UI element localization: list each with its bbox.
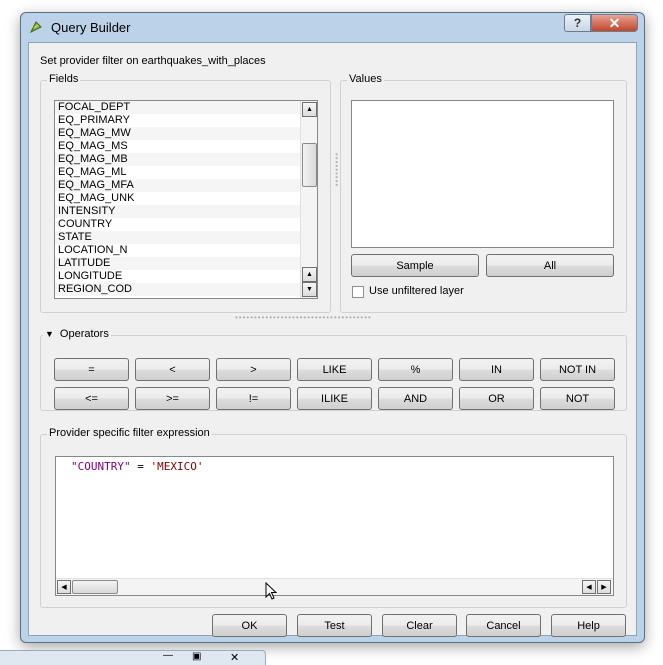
operator-button[interactable]: IN — [459, 358, 534, 381]
ok-button[interactable]: OK — [212, 614, 287, 637]
scroll-up-arrow-icon[interactable]: ▲ — [302, 267, 317, 282]
scroll-right-arrow-icon[interactable]: ▶ — [597, 580, 611, 594]
scroll-left-arrow-icon[interactable]: ◀ — [57, 580, 71, 594]
all-button[interactable]: All — [486, 254, 614, 277]
fields-group: Fields FOCAL_DEPT EQ_PRIMARY EQ_MAG_MW EQ_M… — [40, 73, 331, 313]
operator-button[interactable]: < — [135, 358, 210, 381]
background-window-titlebar: — ▣ ✕ — [0, 650, 266, 665]
operator-button[interactable]: NOT — [540, 387, 615, 410]
collapse-triangle-icon[interactable]: ▼ — [45, 329, 54, 339]
field-list-item[interactable]: LONGITUDE — [55, 270, 317, 283]
scroll-left-arrow-icon[interactable]: ◀ — [582, 580, 596, 594]
question-mark-icon: ? — [573, 16, 582, 30]
field-list-item[interactable]: FOCAL_DEPT — [55, 101, 317, 114]
horizontal-scroll-thumb[interactable] — [72, 580, 118, 594]
query-builder-window: Query Builder ? ✕ Set provider filter on… — [20, 12, 645, 643]
field-list-item[interactable]: EQ_MAG_MS — [55, 140, 317, 153]
filter-expression-text: "COUNTRY" = 'MEXICO' — [71, 460, 203, 473]
field-list-item[interactable]: EQ_MAG_ML — [55, 166, 317, 179]
operator-button[interactable]: = — [54, 358, 129, 381]
field-list-item[interactable]: INTENSITY — [55, 205, 317, 218]
dialog-body: Set provider filter on earthquakes_with_… — [28, 42, 637, 637]
help-button[interactable]: Help — [551, 614, 626, 637]
title-bar[interactable]: Query Builder ? ✕ — [21, 13, 644, 41]
operator-button[interactable]: LIKE — [297, 358, 372, 381]
close-window-button[interactable]: ✕ — [591, 14, 638, 32]
field-list-item[interactable]: EQ_MAG_UNK — [55, 192, 317, 205]
provider-filter-description: Set provider filter on earthquakes_with_… — [40, 55, 266, 67]
operators-group-title[interactable]: ▼ Operators — [43, 328, 111, 340]
operator-button[interactable]: % — [378, 358, 453, 381]
field-list-item[interactable]: STATE — [55, 231, 317, 244]
operator-button[interactable]: > — [216, 358, 291, 381]
close-icon[interactable]: ✕ — [230, 651, 239, 664]
operator-button[interactable]: >= — [135, 387, 210, 410]
operators-title-label: Operators — [59, 328, 109, 340]
use-unfiltered-layer-label: Use unfiltered layer — [369, 285, 464, 297]
help-titlebar-button[interactable]: ? — [564, 14, 591, 32]
values-group-title: Values — [347, 73, 384, 85]
expression-field-token: "COUNTRY" — [71, 460, 131, 473]
operator-button[interactable]: != — [216, 387, 291, 410]
horizontal-splitter-handle[interactable]: •••••••••••••••••••••••••••••••••••• — [235, 313, 372, 322]
operators-group: ▼ Operators = < > LIKE% IN NOT IN <= >= != ILIKE A… — [40, 328, 627, 411]
mouse-cursor-icon — [265, 582, 277, 600]
fields-list-scrollbar[interactable]: ▲ ▲ ▼ — [300, 101, 317, 298]
values-list[interactable] — [351, 100, 614, 248]
sample-button[interactable]: Sample — [351, 254, 479, 277]
field-list-item[interactable]: EQ_MAG_MW — [55, 127, 317, 140]
values-group: Values Sample All Use unfiltered layer — [340, 73, 627, 313]
operator-button[interactable]: NOT IN — [540, 358, 615, 381]
fields-list[interactable]: FOCAL_DEPT EQ_PRIMARY EQ_MAG_MW EQ_MAG_MS EQ… — [54, 100, 318, 299]
operator-button[interactable]: AND — [378, 387, 453, 410]
fields-group-title: Fields — [47, 73, 81, 85]
field-list-item[interactable]: LOCATION_N — [55, 244, 317, 257]
expression-group-title: Provider specific filter expression — [47, 427, 212, 439]
window-title: Query Builder — [51, 20, 131, 35]
expression-horizontal-scrollbar[interactable]: ◀ ◀ ▶ — [56, 578, 613, 595]
scroll-down-arrow-icon[interactable]: ▼ — [302, 282, 317, 297]
expression-operator-token: = — [130, 460, 151, 473]
expression-group: Provider specific filter expression "COU… — [40, 427, 627, 608]
use-unfiltered-layer-checkbox[interactable] — [352, 286, 364, 298]
fields-list-items: FOCAL_DEPT EQ_PRIMARY EQ_MAG_MW EQ_MAG_MS EQ… — [55, 101, 317, 296]
clear-button[interactable]: Clear — [382, 614, 457, 637]
field-list-item[interactable]: EQ_MAG_MFA — [55, 179, 317, 192]
cancel-button[interactable]: Cancel — [466, 614, 541, 637]
expression-value-token: 'MEXICO' — [150, 460, 204, 473]
operator-button[interactable]: ILIKE — [297, 387, 372, 410]
field-list-item[interactable]: EQ_MAG_MB — [55, 153, 317, 166]
scroll-thumb[interactable] — [302, 143, 317, 187]
test-button[interactable]: Test — [297, 614, 372, 637]
field-list-item[interactable]: COUNTRY — [55, 218, 317, 231]
scroll-up-arrow-icon[interactable]: ▲ — [302, 102, 317, 117]
restore-icon[interactable]: ▣ — [192, 651, 201, 662]
field-list-item[interactable]: EQ_PRIMARY — [55, 114, 317, 127]
close-icon: ✕ — [608, 14, 621, 31]
qgis-app-icon — [29, 21, 42, 34]
field-list-item[interactable]: REGION_COD — [55, 283, 317, 296]
operator-button[interactable]: <= — [54, 387, 129, 410]
operator-button[interactable]: OR — [459, 387, 534, 410]
filter-expression-editor[interactable]: "COUNTRY" = 'MEXICO' ◀ ◀ ▶ — [55, 456, 614, 596]
minimize-icon[interactable]: — — [163, 650, 173, 661]
field-list-item[interactable]: LATITUDE — [55, 257, 317, 270]
